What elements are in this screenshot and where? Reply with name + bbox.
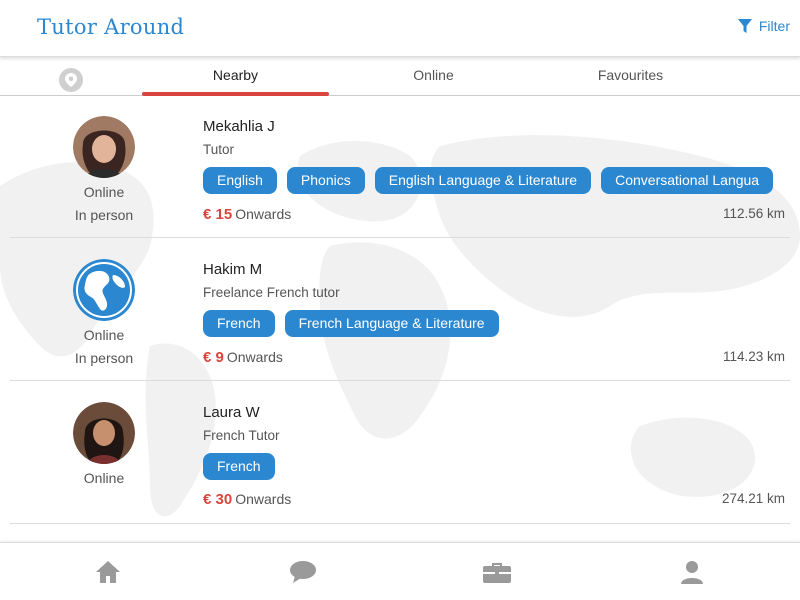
- subject-tags: French French Language & Literature: [203, 310, 509, 337]
- price-amount: € 9: [203, 349, 224, 366]
- tab-bar: Nearby Online Favourites: [0, 60, 800, 96]
- nav-messages[interactable]: [288, 557, 318, 587]
- subject-tags: English Phonics English Language & Literat…: [203, 167, 783, 194]
- globe-icon: [73, 259, 135, 321]
- briefcase-icon: [483, 563, 511, 583]
- tutor-avatar: [73, 259, 135, 321]
- price-suffix: Onwards: [235, 206, 292, 222]
- tutor-role: Freelance French tutor: [203, 285, 340, 300]
- tab-nearby-label: Nearby: [212, 67, 259, 83]
- mode-online: Online: [83, 327, 125, 343]
- price-amount: € 30: [203, 491, 233, 508]
- tutor-price: € 15 Onwards: [203, 206, 291, 223]
- filter-icon: [737, 19, 752, 33]
- price-suffix: Onwards: [226, 349, 283, 365]
- tutor-role: French Tutor: [203, 428, 280, 443]
- tutor-role: Tutor: [203, 142, 235, 157]
- tutor-distance: 112.56 km: [722, 206, 785, 221]
- subject-tag[interactable]: French: [203, 310, 275, 337]
- tutor-avatar: [73, 402, 135, 464]
- price-amount: € 15: [203, 206, 233, 223]
- tutor-name: Laura W: [203, 404, 260, 421]
- nav-jobs[interactable]: [482, 557, 512, 587]
- active-tab-indicator: [142, 92, 329, 96]
- home-icon: [96, 561, 120, 583]
- filter-label: Filter: [758, 18, 790, 34]
- tutor-card[interactable]: Online Laura W French Tutor French € 30 O…: [10, 382, 790, 524]
- tutor-avatar: [73, 116, 135, 178]
- tutor-card[interactable]: Online In person Hakim M Freelance Frenc…: [10, 239, 790, 381]
- location-pin-icon: [65, 73, 77, 87]
- tutor-distance: 274.21 km: [721, 491, 785, 506]
- subject-tag[interactable]: French Language & Literature: [284, 310, 499, 337]
- nav-profile[interactable]: [677, 557, 707, 587]
- subject-tag[interactable]: English Language & Literature: [374, 167, 592, 194]
- mode-in-person: In person: [74, 207, 134, 223]
- price-suffix: Onwards: [235, 491, 292, 507]
- tutor-price: € 30 Onwards: [203, 491, 291, 508]
- app-title: Tutor Around: [37, 15, 185, 39]
- subject-tag[interactable]: French: [203, 453, 275, 480]
- tutor-name: Mekahlia J: [203, 118, 275, 135]
- subject-tag[interactable]: Phonics: [286, 167, 365, 194]
- tab-online-label: Online: [413, 67, 454, 83]
- subject-tag[interactable]: English: [203, 167, 277, 194]
- tab-online[interactable]: Online: [340, 60, 527, 96]
- tutor-card[interactable]: Online In person Mekahlia J Tutor Englis…: [10, 96, 790, 238]
- app-header: Tutor Around Filter: [0, 0, 800, 57]
- tab-nearby[interactable]: Nearby: [142, 60, 329, 96]
- tutor-price: € 9 Onwards: [203, 349, 283, 366]
- tutor-list[interactable]: Online In person Mekahlia J Tutor Englis…: [0, 96, 800, 544]
- tab-favourites[interactable]: Favourites: [537, 60, 724, 96]
- tab-favourites-label: Favourites: [597, 67, 664, 83]
- filter-button[interactable]: Filter: [737, 18, 790, 34]
- bottom-navigation: [0, 542, 800, 600]
- nav-home[interactable]: [93, 557, 123, 587]
- profile-icon: [681, 561, 703, 584]
- mode-online: Online: [83, 184, 125, 200]
- tutor-name: Hakim M: [203, 261, 263, 278]
- location-tab[interactable]: [59, 68, 83, 92]
- subject-tags: French: [203, 453, 285, 480]
- mode-in-person: In person: [74, 350, 134, 366]
- chat-icon: [290, 561, 316, 583]
- mode-online: Online: [83, 470, 125, 486]
- subject-tag[interactable]: Conversational Langua: [601, 167, 774, 194]
- tutor-distance: 114.23 km: [722, 349, 785, 364]
